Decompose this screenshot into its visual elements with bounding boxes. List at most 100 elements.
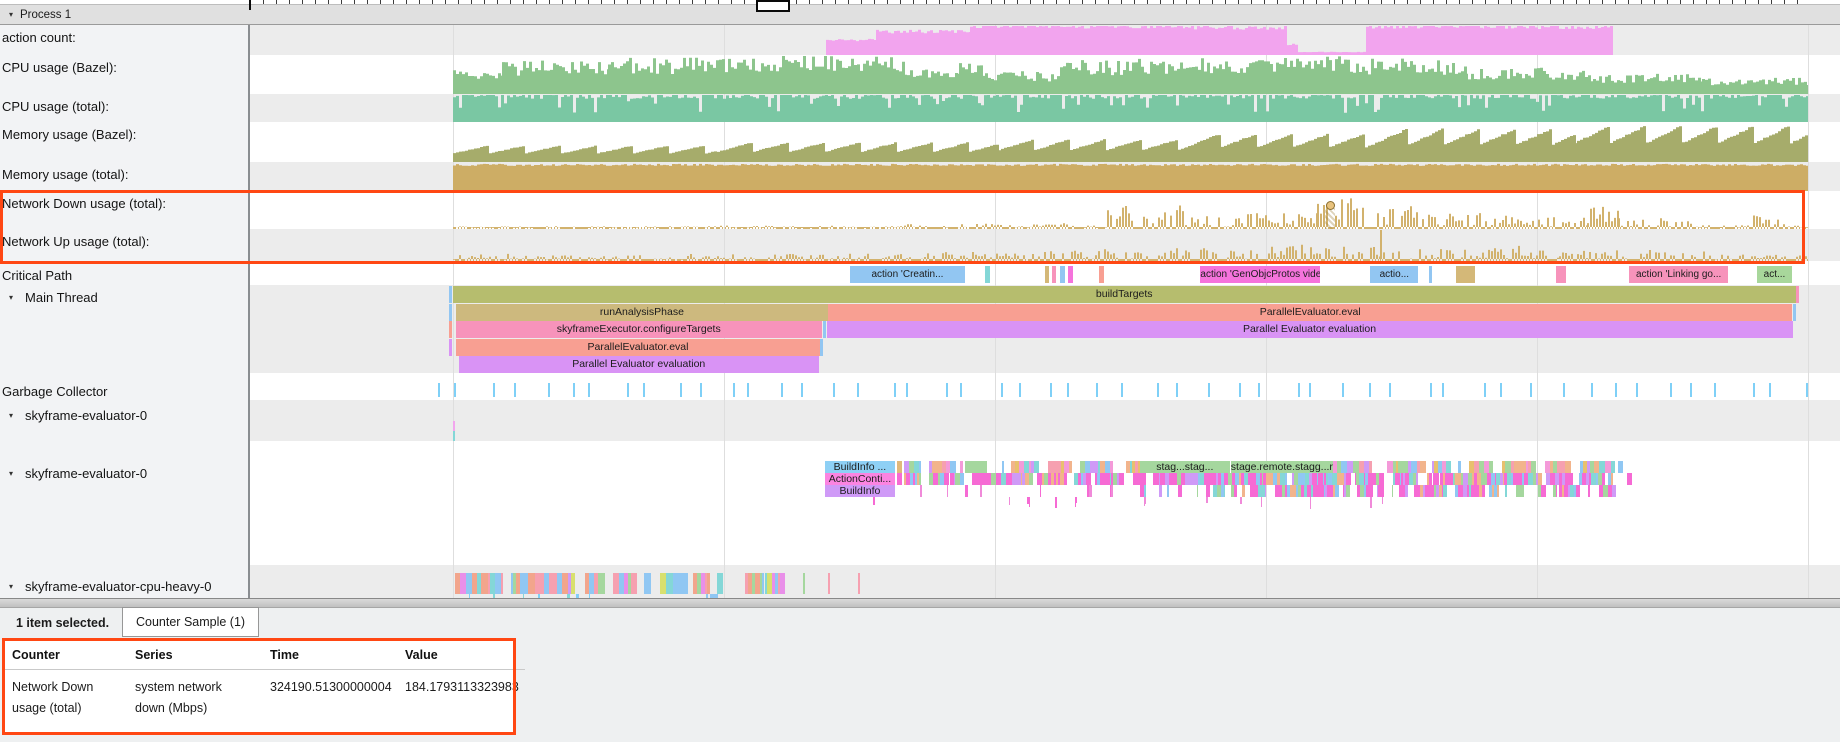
- dense-slices[interactable]: [1140, 485, 1614, 497]
- slice[interactable]: [1796, 286, 1800, 303]
- gc-tick[interactable]: [1001, 383, 1003, 397]
- gc-tick[interactable]: [833, 383, 835, 397]
- track-row-skyframe-evaluator-cpu-heavy-0[interactable]: [0, 565, 1840, 598]
- slice-action-creatin[interactable]: action 'Creatin...: [850, 266, 965, 283]
- slice-stage-remote-stagg-remot[interactable]: stage.remote.stagg...remot...: [1231, 461, 1333, 473]
- gc-tick[interactable]: [1121, 383, 1123, 397]
- gc-tick[interactable]: [857, 383, 859, 397]
- gc-tick[interactable]: [1530, 383, 1532, 397]
- slice[interactable]: [1556, 266, 1567, 283]
- slice[interactable]: [803, 573, 805, 594]
- slice-stag-stag[interactable]: stag...stag...: [1140, 461, 1230, 473]
- gc-tick[interactable]: [548, 383, 550, 397]
- table-header-time[interactable]: Time: [260, 638, 395, 670]
- gc-tick[interactable]: [1484, 383, 1486, 397]
- chevron-down-icon[interactable]: ▾: [9, 469, 13, 478]
- gc-tick[interactable]: [1096, 383, 1098, 397]
- gc-tick[interactable]: [1369, 383, 1371, 397]
- slice-buildtargets[interactable]: buildTargets: [453, 286, 1796, 303]
- counter-chart-cpu-total[interactable]: [250, 94, 1808, 122]
- counter-chart-cpu-bazel[interactable]: [250, 55, 1808, 94]
- gc-tick[interactable]: [1769, 383, 1771, 397]
- gc-tick[interactable]: [514, 383, 516, 397]
- tab-counter-sample[interactable]: Counter Sample (1): [122, 607, 259, 637]
- dense-slices[interactable]: [745, 573, 790, 594]
- table-header-counter[interactable]: Counter: [2, 638, 125, 670]
- gc-tick[interactable]: [588, 383, 590, 397]
- gc-tick[interactable]: [747, 383, 749, 397]
- gc-tick[interactable]: [1615, 383, 1617, 397]
- dense-slices[interactable]: [904, 473, 920, 485]
- gc-tick[interactable]: [906, 383, 908, 397]
- panel-divider[interactable]: [0, 598, 1840, 608]
- slice[interactable]: [858, 573, 860, 594]
- track-label-cpu-bazel[interactable]: CPU usage (Bazel):: [0, 58, 246, 76]
- track-label-critical-path[interactable]: Critical Path: [0, 266, 246, 284]
- ruler-selection-box[interactable]: [756, 0, 790, 12]
- gc-tick[interactable]: [801, 383, 803, 397]
- gc-tick[interactable]: [1430, 383, 1432, 397]
- track-label-gc[interactable]: Garbage Collector: [0, 382, 246, 400]
- slice[interactable]: [453, 421, 456, 431]
- slice-buildinfo[interactable]: BuildInfo ...: [825, 461, 895, 473]
- table-cell[interactable]: 324190.51300000004: [260, 670, 395, 718]
- gc-tick[interactable]: [493, 383, 495, 397]
- slice[interactable]: [985, 266, 990, 283]
- slice-buildinfo[interactable]: BuildInfo: [825, 485, 895, 497]
- slice-action-linking-go[interactable]: action 'Linking go...: [1629, 266, 1729, 283]
- slice-parallel-evaluator-evaluation[interactable]: Parallel Evaluator evaluation: [459, 356, 819, 373]
- chevron-down-icon[interactable]: ▾: [9, 293, 13, 302]
- track-label-skyframe-evaluator-cpu-heavy-0[interactable]: ▾skyframe-evaluator-cpu-heavy-0: [0, 577, 246, 595]
- slice-parallelevaluator-eval[interactable]: ParallelEvaluator.eval: [828, 304, 1792, 321]
- track-label-mem-bazel[interactable]: Memory usage (Bazel):: [0, 125, 246, 143]
- slice[interactable]: [1429, 266, 1432, 283]
- track-label-skyframe-evaluator-0-a[interactable]: ▾skyframe-evaluator-0: [0, 406, 246, 424]
- gc-tick[interactable]: [627, 383, 629, 397]
- gc-tick[interactable]: [1753, 383, 1755, 397]
- counter-chart-action-count[interactable]: [250, 25, 1808, 55]
- gc-tick[interactable]: [1714, 383, 1716, 397]
- track-label-net-up[interactable]: Network Up usage (total):: [0, 232, 246, 250]
- slice[interactable]: [453, 431, 456, 441]
- track-row-skyframe-evaluator-0-a[interactable]: [0, 400, 1840, 441]
- counter-chart-mem-bazel[interactable]: [250, 122, 1808, 162]
- chevron-down-icon[interactable]: ▾: [9, 10, 13, 19]
- track-label-cpu-total[interactable]: CPU usage (total):: [0, 97, 246, 115]
- track-label-action-count[interactable]: action count:: [0, 28, 246, 46]
- track-label-net-down[interactable]: Network Down usage (total):: [0, 194, 246, 212]
- gc-tick[interactable]: [573, 383, 575, 397]
- gc-tick[interactable]: [946, 383, 948, 397]
- slice[interactable]: [449, 321, 453, 338]
- dense-slices[interactable]: [873, 497, 1340, 509]
- gc-tick[interactable]: [733, 383, 735, 397]
- slice[interactable]: [1045, 266, 1050, 283]
- slice[interactable]: [823, 321, 826, 338]
- gc-tick[interactable]: [1176, 383, 1178, 397]
- slice[interactable]: [449, 304, 453, 321]
- track-label-skyframe-evaluator-0-b[interactable]: ▾skyframe-evaluator-0: [0, 464, 246, 482]
- dense-slices[interactable]: [929, 473, 1613, 485]
- chevron-down-icon[interactable]: ▾: [9, 582, 13, 591]
- table-cell[interactable]: 184.1793113323983: [395, 670, 525, 718]
- gc-tick[interactable]: [1442, 383, 1444, 397]
- slice[interactable]: [1618, 461, 1623, 473]
- gc-tick[interactable]: [1500, 383, 1502, 397]
- slice[interactable]: [828, 573, 830, 594]
- counter-chart-mem-total[interactable]: [250, 162, 1808, 191]
- gc-tick[interactable]: [1239, 383, 1241, 397]
- gc-tick[interactable]: [1690, 383, 1692, 397]
- gc-tick[interactable]: [1563, 383, 1565, 397]
- slice[interactable]: [820, 339, 823, 356]
- slice-actionconti[interactable]: ActionConti...: [825, 473, 895, 485]
- slice[interactable]: [1052, 266, 1057, 283]
- slice[interactable]: [1456, 266, 1475, 283]
- gc-tick[interactable]: [454, 383, 456, 397]
- slice[interactable]: [965, 461, 987, 473]
- gc-tick[interactable]: [781, 383, 783, 397]
- counter-chart-net-up[interactable]: [250, 229, 1808, 261]
- gc-tick[interactable]: [680, 383, 682, 397]
- slice[interactable]: [1099, 266, 1104, 283]
- dense-slices[interactable]: [455, 573, 721, 594]
- gc-tick[interactable]: [1670, 383, 1672, 397]
- gc-tick[interactable]: [960, 383, 962, 397]
